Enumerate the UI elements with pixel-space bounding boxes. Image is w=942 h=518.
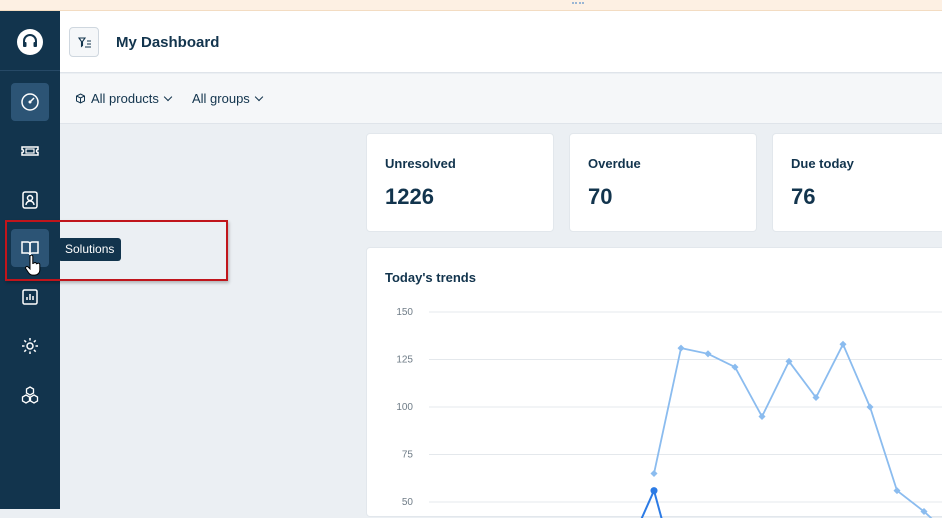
chevron-down-icon (163, 92, 173, 102)
logo-area (0, 11, 60, 71)
page-title: My Dashboard (116, 34, 220, 51)
filter-bar: All products All groups (60, 74, 942, 124)
y-tick-label: 150 (396, 307, 413, 318)
data-point[interactable] (650, 469, 658, 478)
overdue-card[interactable]: Overdue 70 (569, 133, 757, 232)
product-cube-icon (76, 93, 85, 104)
due-today-card[interactable]: Due today 76 (772, 133, 942, 232)
analytics-icon (22, 289, 38, 305)
chevron-down-icon (254, 92, 264, 102)
card-label: Overdue (588, 156, 641, 171)
dashboard-icon (21, 93, 39, 111)
products-dropdown-label: All products (91, 91, 159, 106)
data-point[interactable] (677, 344, 685, 352)
card-value: 70 (588, 184, 613, 209)
headset-logo-icon[interactable] (17, 29, 43, 55)
solutions-tooltip: Solutions (52, 238, 122, 261)
groups-dropdown-label: All groups (192, 91, 250, 106)
card-label: Unresolved (385, 156, 456, 171)
sidebar-item-admin[interactable] (11, 327, 49, 365)
filter-list-icon (77, 37, 91, 48)
data-point[interactable] (839, 340, 847, 348)
sidebar-item-dashboard[interactable] (11, 83, 49, 121)
y-tick-label: 75 (402, 450, 414, 461)
gear-icon (22, 338, 38, 354)
sidebar-item-tickets[interactable] (11, 132, 49, 170)
series-line (640, 487, 663, 518)
strip-indicator (572, 0, 584, 4)
data-point[interactable] (704, 350, 712, 358)
ticket-icon (21, 146, 39, 156)
y-tick-label: 100 (396, 402, 413, 413)
sidebar-item-apps[interactable] (11, 376, 49, 414)
products-dropdown[interactable]: All products (75, 91, 173, 106)
data-point[interactable] (731, 363, 739, 371)
sidebar-item-analytics[interactable] (11, 278, 49, 316)
card-value: 1226 (385, 184, 434, 209)
card-label: Due today (791, 156, 854, 171)
data-point[interactable] (758, 412, 766, 421)
hand-pointer-cursor-icon (25, 255, 41, 276)
data-point[interactable] (650, 487, 658, 495)
data-point[interactable] (866, 403, 874, 411)
trends-line-chart: 150 125 100 75 50 (396, 307, 942, 518)
contact-icon (22, 191, 38, 209)
apps-icon (21, 386, 39, 404)
filter-toggle-button[interactable] (69, 27, 99, 57)
page-header: My Dashboard (60, 11, 942, 73)
unresolved-card[interactable]: Unresolved 1226 (366, 133, 554, 232)
todays-trends-card: Today's trends 150 125 100 75 50 (366, 247, 942, 518)
sidebar-item-contacts[interactable] (11, 181, 49, 219)
card-value: 76 (791, 184, 816, 209)
y-tick-label: 50 (402, 497, 414, 508)
groups-dropdown[interactable]: All groups (192, 91, 264, 106)
top-notification-strip (0, 0, 942, 11)
y-tick-label: 125 (396, 355, 413, 366)
